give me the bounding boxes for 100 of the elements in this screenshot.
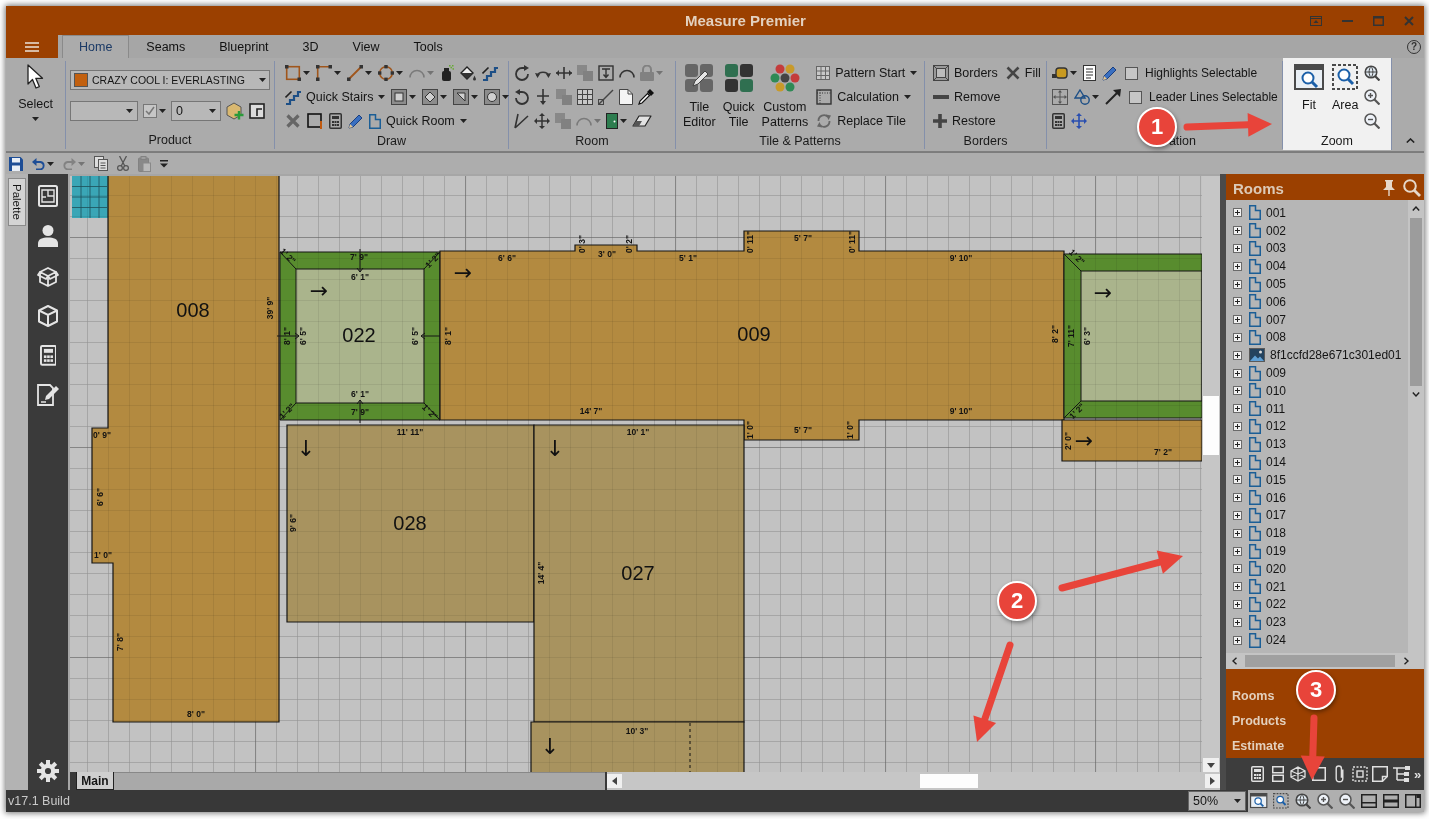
triangle-in-square-icon[interactable]: [453, 89, 470, 105]
dropdown-field[interactable]: [70, 101, 138, 121]
note-icon[interactable]: [1372, 766, 1389, 782]
ribbon-button[interactable]: Remove: [933, 86, 1001, 108]
settings-icon[interactable]: [37, 760, 59, 782]
rotate-cw-icon[interactable]: [514, 65, 530, 81]
ribbon-button[interactable]: Custom Patterns: [759, 61, 811, 131]
caret-icon[interactable]: [47, 161, 54, 166]
floor-plan-icon[interactable]: [38, 185, 58, 207]
ribbon-tab[interactable]: Home: [62, 35, 130, 58]
expand-icon[interactable]: [1233, 226, 1242, 236]
scrollbar-thumb[interactable]: [1203, 396, 1219, 455]
panel-right-icon[interactable]: [1405, 794, 1421, 808]
calculator-icon[interactable]: [1052, 113, 1065, 129]
move-arrows-icon[interactable]: [1071, 113, 1087, 129]
resize-icon[interactable]: [1052, 89, 1068, 105]
dashed-square-icon[interactable]: [1351, 766, 1368, 782]
caret-icon[interactable]: [502, 95, 510, 99]
expand-icon[interactable]: [1233, 261, 1242, 271]
ribbon-button[interactable]: Select: [16, 61, 55, 131]
tile-add-icon[interactable]: [226, 102, 244, 120]
tree-item[interactable]: 023: [1233, 613, 1408, 632]
tree-item[interactable]: 012: [1233, 417, 1408, 436]
ribbon-button[interactable]: Borders: [933, 62, 998, 84]
tree-item[interactable]: 024: [1233, 631, 1408, 649]
delete-icon[interactable]: [285, 113, 301, 129]
zoom-globe-icon[interactable]: [1364, 65, 1381, 81]
tree-item[interactable]: 019: [1233, 542, 1408, 560]
swap-arrows-icon[interactable]: [535, 68, 551, 78]
page-icon[interactable]: [619, 89, 633, 105]
expand-icon[interactable]: [1233, 279, 1242, 289]
panel-link[interactable]: Estimate: [1232, 733, 1285, 758]
zoom-globe-icon[interactable]: [1295, 793, 1311, 809]
split-arrow-icon[interactable]: [535, 89, 551, 105]
rectangle-outline-icon[interactable]: [307, 113, 323, 129]
tree-item[interactable]: 005: [1233, 275, 1408, 293]
hierarchy-icon[interactable]: [1391, 766, 1410, 782]
diagonal-line-icon[interactable]: [598, 89, 614, 105]
tree-item[interactable]: 001: [1233, 204, 1408, 222]
expand-icon[interactable]: [1233, 635, 1242, 645]
ribbon-button[interactable]: Quick Tile: [720, 61, 757, 131]
cross-arrows-icon[interactable]: [556, 65, 572, 81]
tag-icon[interactable]: [1052, 67, 1068, 79]
document-icon[interactable]: [1083, 65, 1096, 81]
tree-item[interactable]: 020: [1233, 559, 1408, 578]
expand-icon[interactable]: [1233, 475, 1242, 485]
pencil-icon[interactable]: [348, 113, 363, 129]
checkbox[interactable]: [1125, 66, 1138, 80]
scroll-down-button[interactable]: [1203, 758, 1219, 772]
caret-icon[interactable]: [471, 95, 479, 99]
expand-icon[interactable]: [1233, 493, 1242, 503]
ribbon-tab[interactable]: Seams: [129, 35, 203, 58]
zoom-in-icon[interactable]: [1364, 89, 1381, 105]
caret-icon[interactable]: [440, 95, 448, 99]
expand-icon[interactable]: [1233, 368, 1242, 378]
ribbon-button[interactable]: Quick Room: [369, 110, 467, 132]
text-box-icon[interactable]: [598, 65, 614, 81]
ribbon-button[interactable]: Quick Stairs: [285, 86, 386, 108]
stairs-icon[interactable]: [482, 65, 498, 81]
paperclip-icon[interactable]: [1334, 765, 1344, 783]
circle-in-square-icon[interactable]: [484, 89, 501, 105]
cut-icon[interactable]: [117, 156, 129, 171]
vertical-scrollbar[interactable]: [1408, 200, 1424, 653]
product-dropdown[interactable]: CRAZY COOL I: EVERLASTING: [70, 70, 270, 90]
ribbon-button[interactable]: Restore: [933, 110, 996, 132]
shapes-icon[interactable]: [1074, 89, 1090, 105]
zoom-out-icon[interactable]: [1339, 793, 1355, 809]
panel-link[interactable]: Rooms: [1232, 684, 1275, 709]
expand-icon[interactable]: [1233, 564, 1242, 574]
area-icon[interactable]: [1273, 793, 1289, 809]
move-icon[interactable]: [534, 113, 550, 129]
tree-item[interactable]: 013: [1233, 435, 1408, 454]
pin-icon[interactable]: [1383, 180, 1395, 196]
zoom-out-icon[interactable]: [1364, 113, 1381, 129]
tree-item[interactable]: 003: [1233, 239, 1408, 258]
menu-button[interactable]: [6, 35, 58, 58]
caret-icon[interactable]: [334, 71, 341, 75]
search-icon[interactable]: [1403, 179, 1421, 197]
tree-item[interactable]: 004: [1233, 257, 1408, 276]
tree-item[interactable]: 8f1ccfd28e671c301ed01: [1233, 346, 1408, 365]
caret-icon[interactable]: [365, 71, 372, 75]
expand-icon[interactable]: [1233, 332, 1242, 342]
zoom-in-icon[interactable]: [1317, 793, 1333, 809]
expand-icon[interactable]: [1233, 315, 1242, 325]
expand-icon[interactable]: [1233, 457, 1242, 467]
undo-icon[interactable]: [32, 157, 45, 170]
fit-icon[interactable]: [1250, 793, 1268, 809]
tree-item[interactable]: 017: [1233, 506, 1408, 525]
checkbox[interactable]: [1129, 90, 1142, 104]
tree-item[interactable]: 022: [1233, 595, 1408, 614]
copy-icon[interactable]: [94, 156, 108, 171]
ribbon-button[interactable]: Area: [1330, 61, 1361, 131]
expand-icon[interactable]: [1233, 599, 1242, 609]
ribbon-button[interactable]: Fit: [1292, 61, 1326, 131]
horizontal-scrollbar[interactable]: [1226, 653, 1424, 669]
corner-icon[interactable]: [316, 65, 332, 81]
sheet-tab[interactable]: Main: [76, 772, 114, 790]
document-edit-icon[interactable]: [37, 383, 59, 406]
diamond-in-square-icon[interactable]: [422, 89, 439, 105]
scroll-left-button[interactable]: [607, 774, 622, 788]
